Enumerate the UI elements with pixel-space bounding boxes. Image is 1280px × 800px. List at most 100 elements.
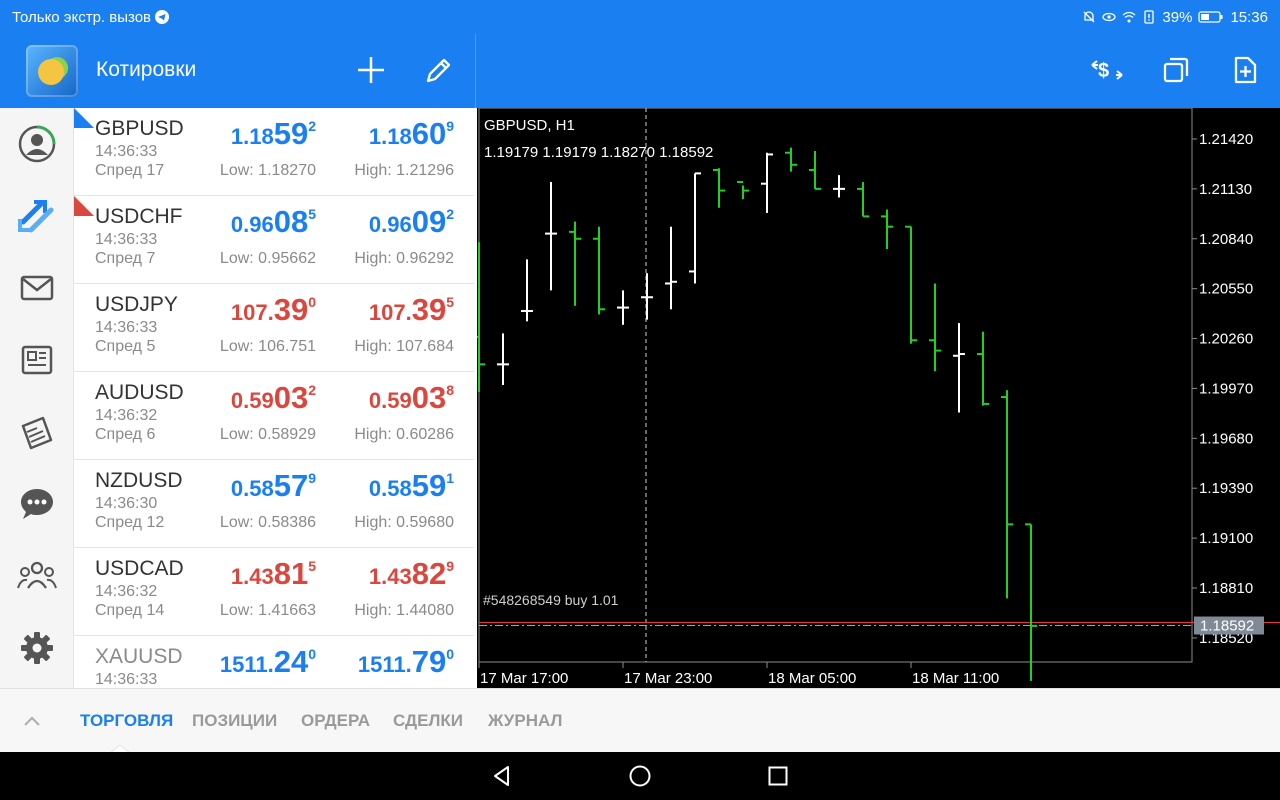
ohlc-bar bbox=[641, 273, 653, 320]
ohlc-bar bbox=[953, 323, 965, 413]
nav-community[interactable] bbox=[0, 540, 74, 612]
ask-pips: 59 bbox=[411, 468, 447, 503]
bid-price[interactable]: 0.96085 bbox=[231, 204, 316, 240]
y-tick-label: 1.20550 bbox=[1199, 281, 1253, 298]
ohlc-bar bbox=[569, 221, 581, 306]
ask-prefix: 1511. bbox=[357, 652, 412, 677]
order-line-label[interactable]: #548268549 buy 1.01 bbox=[483, 592, 618, 608]
nav-account[interactable] bbox=[0, 108, 74, 180]
ask-price[interactable]: 1511.790 bbox=[358, 644, 454, 680]
ask-price[interactable]: 0.58591 bbox=[369, 468, 454, 504]
x-tick-label: 18 Mar 11:00 bbox=[912, 670, 999, 687]
nav-settings[interactable] bbox=[0, 612, 74, 684]
tab-positions[interactable]: ПОЗИЦИИ bbox=[192, 711, 277, 731]
bid-prefix: 0.96 bbox=[230, 212, 274, 237]
bid-prefix: 107. bbox=[230, 300, 274, 325]
low-price: Low: 1.18270 bbox=[219, 162, 316, 179]
quote-row-xauusd[interactable]: XAUUSD 14:36:33 1511.240 1511.790 bbox=[74, 636, 474, 688]
recents-icon[interactable] bbox=[766, 764, 790, 788]
high-price: High: 0.96292 bbox=[354, 250, 454, 267]
new-order-button[interactable] bbox=[1225, 50, 1265, 90]
ask-price[interactable]: 1.43829 bbox=[369, 556, 454, 592]
price-chart[interactable]: 1.21420 1.21130 1.20840 1.20550 1.20260 1.199… bbox=[477, 108, 1280, 688]
back-icon[interactable] bbox=[490, 764, 514, 788]
ask-fraction: 0 bbox=[446, 646, 454, 662]
ask-prefix: 0.96 bbox=[368, 212, 412, 237]
ask-pips: 60 bbox=[411, 116, 447, 151]
ask-price[interactable]: 107.395 bbox=[369, 292, 454, 328]
quote-time: 14:36:32 bbox=[95, 583, 158, 600]
nav-news[interactable] bbox=[0, 324, 74, 396]
x-tick-label: 17 Mar 17:00 bbox=[480, 670, 568, 687]
quote-row-usdchf[interactable]: USDCHF 14:36:33 Спред 7 0.96085 0.96092 … bbox=[74, 196, 474, 284]
ask-pips: 79 bbox=[411, 644, 447, 679]
ask-prefix: 0.59 bbox=[368, 388, 412, 413]
quote-time: 14:36:33 bbox=[95, 319, 158, 336]
ohlc-bar bbox=[593, 226, 605, 315]
tab-deals[interactable]: СДЕЛКИ bbox=[393, 711, 463, 731]
windows-button[interactable] bbox=[1156, 50, 1196, 90]
ohlc-bar bbox=[929, 283, 941, 372]
tab-orders[interactable]: ОРДЕРА bbox=[301, 711, 370, 731]
ohlc-bar bbox=[881, 209, 893, 250]
low-price: Low: 1.41663 bbox=[219, 602, 316, 619]
ohlc-bar bbox=[545, 181, 557, 291]
quote-row-gbpusd[interactable]: GBPUSD 14:36:33 Спред 17 1.18592 1.18609… bbox=[74, 108, 474, 196]
ask-fraction: 2 bbox=[446, 206, 454, 222]
nav-chat[interactable] bbox=[0, 468, 74, 540]
quote-row-audusd[interactable]: AUDUSD 14:36:32 Спред 6 0.59032 0.59038 … bbox=[74, 372, 474, 460]
app-bar-divider bbox=[475, 34, 476, 108]
bid-prefix: 0.59 bbox=[230, 388, 274, 413]
trade-button[interactable]: $ bbox=[1087, 50, 1127, 90]
pencil-icon bbox=[426, 58, 451, 83]
y-tick-label: 1.19970 bbox=[1199, 380, 1253, 397]
chevron-up-icon[interactable] bbox=[20, 709, 44, 733]
tab-journal[interactable]: ЖУРНАЛ bbox=[488, 711, 562, 731]
quote-row-usdcad[interactable]: USDCAD 14:36:32 Спред 14 1.43815 1.43829… bbox=[74, 548, 474, 636]
quote-row-usdjpy[interactable]: USDJPY 14:36:33 Спред 5 107.390 107.395 … bbox=[74, 284, 474, 372]
bid-price[interactable]: 1.43815 bbox=[231, 556, 316, 592]
high-price: High: 1.44080 bbox=[354, 602, 454, 619]
spread: Спред 17 bbox=[95, 162, 165, 179]
battery-percent: 39% bbox=[1162, 8, 1193, 26]
ohlc-bar bbox=[857, 181, 869, 218]
ask-price[interactable]: 0.59038 bbox=[369, 380, 454, 416]
tab-trade[interactable]: ТОРГОВЛЯ bbox=[80, 711, 173, 731]
nav-calendar[interactable] bbox=[0, 396, 74, 468]
bid-price[interactable]: 1.18592 bbox=[231, 116, 316, 152]
exchange-icon: $ bbox=[1091, 60, 1123, 82]
low-price: Low: 0.58929 bbox=[219, 426, 316, 443]
quote-row-nzdusd[interactable]: NZDUSD 14:36:30 Спред 12 0.58579 0.58591… bbox=[74, 460, 474, 548]
symbol: USDJPY bbox=[95, 293, 178, 316]
ohlc-bar bbox=[689, 172, 701, 284]
ask-price[interactable]: 0.96092 bbox=[369, 204, 454, 240]
calendar-icon bbox=[21, 416, 53, 450]
quotes-list: GBPUSD 14:36:33 Спред 17 1.18592 1.18609… bbox=[74, 108, 474, 688]
y-tick-label: 1.20840 bbox=[1199, 231, 1253, 248]
bid-prefix: 1.18 bbox=[230, 124, 274, 149]
ask-fraction: 9 bbox=[446, 558, 454, 574]
spread: Спред 5 bbox=[95, 338, 156, 355]
bid-price[interactable]: 1511.240 bbox=[220, 644, 316, 680]
sim-alert-icon bbox=[1144, 10, 1155, 24]
symbol: USDCHF bbox=[95, 205, 183, 228]
bid-fraction: 0 bbox=[308, 646, 316, 662]
ask-price[interactable]: 1.18609 bbox=[369, 116, 454, 152]
home-icon[interactable] bbox=[628, 764, 652, 788]
bid-price[interactable]: 107.390 bbox=[231, 292, 316, 328]
nav-mail[interactable] bbox=[0, 252, 74, 324]
app-bar: Котировки $ bbox=[0, 34, 1280, 108]
edit-button[interactable] bbox=[419, 50, 459, 90]
ohlc-bar bbox=[761, 152, 773, 213]
bid-price[interactable]: 0.59032 bbox=[231, 380, 316, 416]
add-symbol-button[interactable] bbox=[351, 50, 391, 90]
nav-trade[interactable] bbox=[0, 180, 74, 252]
quote-time: 14:36:33 bbox=[95, 143, 158, 160]
plot-frame bbox=[478, 108, 1193, 663]
windows-icon bbox=[1163, 57, 1189, 83]
high-price: High: 1.21296 bbox=[354, 162, 454, 179]
mute-icon bbox=[1083, 11, 1095, 23]
current-price-label: 1.18592 bbox=[1200, 618, 1254, 635]
bid-price[interactable]: 0.58579 bbox=[231, 468, 316, 504]
spread: Спред 12 bbox=[95, 514, 165, 531]
